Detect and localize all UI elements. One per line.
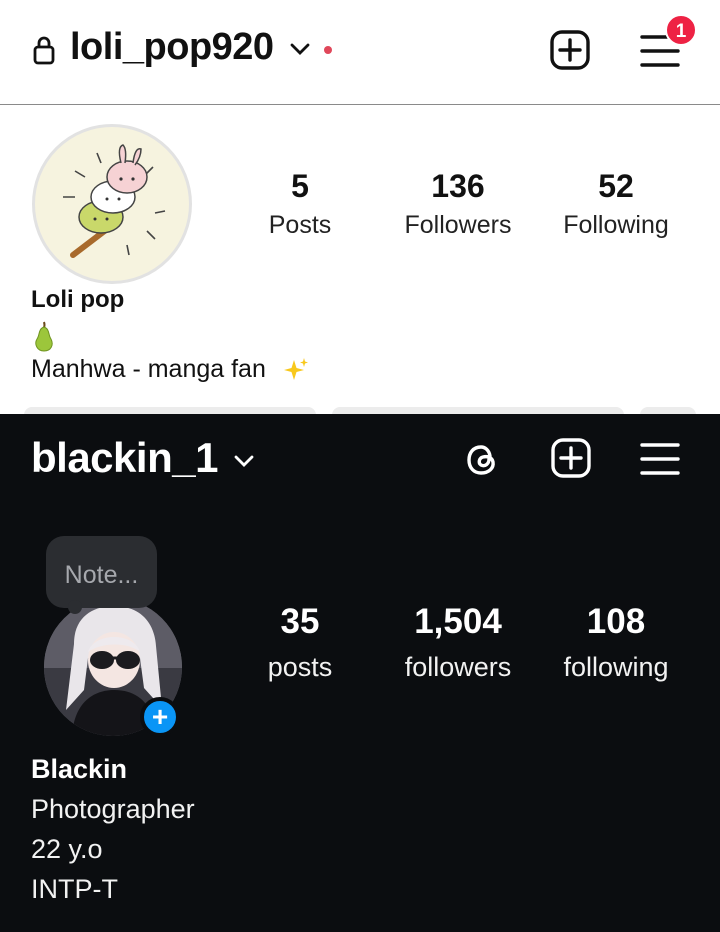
menu-icon[interactable] bbox=[640, 442, 680, 476]
bio-line-personality: INTP-T bbox=[31, 874, 118, 904]
notification-dot bbox=[324, 46, 332, 54]
following-count: 108 bbox=[586, 602, 646, 641]
new-post-icon[interactable] bbox=[551, 438, 591, 478]
profile-bio: Manhwa - manga fan bbox=[31, 355, 266, 383]
followers-label: followers bbox=[404, 652, 512, 682]
posts-stat[interactable]: 5 Posts bbox=[262, 168, 338, 240]
following-label: Following bbox=[563, 211, 669, 239]
light-profile-header: loli_pop920 1 bbox=[0, 0, 720, 105]
posts-label: Posts bbox=[268, 211, 332, 239]
followers-count: 136 bbox=[431, 168, 485, 204]
pear-emoji bbox=[35, 321, 53, 352]
dango-bunny-illustration bbox=[63, 144, 166, 258]
profile-display-name: Loli pop bbox=[31, 286, 125, 313]
posts-count: 35 bbox=[280, 602, 320, 641]
posts-stat[interactable]: 35 posts bbox=[258, 602, 342, 683]
followers-stat[interactable]: 136 Followers bbox=[398, 168, 518, 240]
posts-label: posts bbox=[267, 652, 333, 682]
light-profile-screen: loli_pop920 1 5 Posts 136 Followers 52 F… bbox=[0, 0, 720, 419]
lock-icon bbox=[33, 36, 55, 65]
threads-icon[interactable] bbox=[462, 440, 502, 480]
profile-display-name: Blackin bbox=[31, 754, 128, 784]
profile-avatar[interactable] bbox=[32, 124, 192, 284]
add-story-button[interactable]: + bbox=[140, 697, 180, 737]
new-post-icon[interactable] bbox=[550, 30, 590, 70]
bio-line-occupation: Photographer bbox=[31, 794, 195, 824]
following-stat[interactable]: 108 following bbox=[550, 602, 682, 683]
chevron-down-icon[interactable] bbox=[234, 454, 254, 468]
account-switcher-username[interactable]: blackin_1 bbox=[31, 434, 218, 482]
following-stat[interactable]: 52 Following bbox=[556, 168, 676, 240]
followers-count: 1,504 bbox=[414, 602, 502, 641]
note-bubble[interactable]: Note... bbox=[46, 536, 157, 614]
chevron-down-icon[interactable] bbox=[290, 42, 310, 56]
dark-profile-screen: blackin_1 Note... + 35 posts 1,504 follo… bbox=[0, 414, 720, 932]
followers-stat[interactable]: 1,504 followers bbox=[392, 602, 524, 683]
notification-badge: 1 bbox=[665, 14, 697, 46]
bio-line-age: 22 y.o bbox=[31, 834, 103, 864]
sparkles-emoji bbox=[284, 358, 308, 380]
posts-count: 5 bbox=[291, 168, 309, 204]
followers-label: Followers bbox=[404, 211, 512, 239]
account-switcher-username[interactable]: loli_pop920 bbox=[70, 26, 274, 69]
following-label: following bbox=[563, 652, 669, 682]
following-count: 52 bbox=[598, 168, 634, 204]
